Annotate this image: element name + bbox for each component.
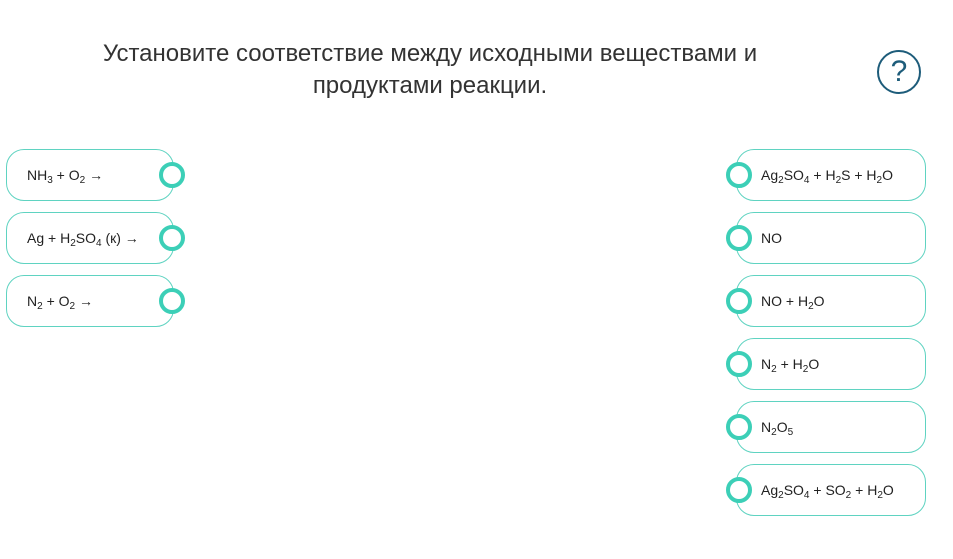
reactant-formula: N2 + O2 → <box>27 293 93 312</box>
product-card[interactable]: NO <box>736 212 926 264</box>
connector-handle[interactable] <box>726 225 752 251</box>
formula-text: O <box>882 482 894 498</box>
product-formula: Ag2SO4 + H2S + H2O <box>761 167 893 186</box>
connector-handle[interactable] <box>726 162 752 188</box>
formula-text: O <box>776 419 788 435</box>
connector-handle[interactable] <box>726 351 752 377</box>
formula-text: O <box>813 293 825 309</box>
reactant-formula: Ag + H2SO4 (к) → <box>27 230 139 249</box>
reactant-card[interactable]: N2 + O2 → <box>6 275 174 327</box>
task-title-line-1: Установите соответствие между исходными … <box>102 40 758 67</box>
connector-handle[interactable] <box>159 162 185 188</box>
formula-text: → <box>85 167 104 183</box>
formula-subscript: 5 <box>787 427 794 438</box>
product-formula: NO + H2O <box>761 293 825 312</box>
formula-text: SO <box>783 167 804 183</box>
product-card[interactable]: NO + H2O <box>736 275 926 327</box>
formula-text: NO <box>761 230 782 246</box>
task-title-line-2: продуктами реакции. <box>312 72 548 99</box>
formula-text: NO + H <box>761 293 809 309</box>
connector-handle[interactable] <box>726 288 752 314</box>
reactant-card[interactable]: Ag + H2SO4 (к) → <box>6 212 174 264</box>
product-formula: N2O5 <box>761 419 794 438</box>
product-card[interactable]: Ag2SO4 + H2S + H2O <box>736 149 926 201</box>
formula-text: N <box>761 356 772 372</box>
connector-handle[interactable] <box>159 288 185 314</box>
product-formula: NO <box>761 230 782 246</box>
formula-text: + O <box>42 293 70 309</box>
formula-text: + H <box>776 356 803 372</box>
product-card[interactable]: Ag2SO4 + SO2 + H2O <box>736 464 926 516</box>
question-mark-icon: ? <box>890 55 908 88</box>
connector-handle[interactable] <box>159 225 185 251</box>
connector-handle[interactable] <box>726 414 752 440</box>
reactant-formula: NH3 + O2 → <box>27 167 104 186</box>
product-formula: Ag2SO4 + SO2 + H2O <box>761 482 894 501</box>
formula-text: N <box>761 419 772 435</box>
formula-text: Ag <box>761 482 779 498</box>
formula-text: Ag <box>761 167 779 183</box>
formula-text: O <box>808 356 820 372</box>
formula-text: O <box>882 167 893 183</box>
formula-text: + SO <box>809 482 846 498</box>
formula-text: S + H <box>841 167 877 183</box>
formula-text: SO <box>783 482 804 498</box>
formula-text: N <box>27 293 38 309</box>
reactant-card[interactable]: NH3 + O2 → <box>6 149 174 201</box>
product-card[interactable]: N2O5 <box>736 401 926 453</box>
formula-text: (к) → <box>101 230 139 246</box>
formula-text: → <box>75 293 93 309</box>
help-button[interactable]: ? <box>877 50 921 94</box>
product-formula: N2 + H2O <box>761 356 820 375</box>
formula-text: + H <box>809 167 836 183</box>
formula-text: NH <box>27 167 48 183</box>
formula-text: + O <box>52 167 80 183</box>
formula-text: Ag + H <box>27 230 71 246</box>
formula-text: SO <box>75 230 96 246</box>
task-title: Установите соответствие между исходными … <box>40 38 820 102</box>
connector-handle[interactable] <box>726 477 752 503</box>
formula-text: + H <box>851 482 878 498</box>
product-card[interactable]: N2 + H2O <box>736 338 926 390</box>
